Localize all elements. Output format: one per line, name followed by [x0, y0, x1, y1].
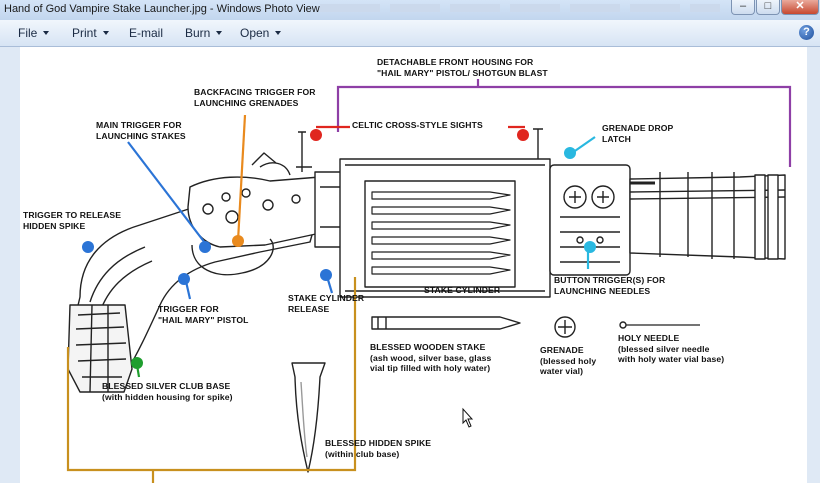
title-bar-blur [630, 4, 680, 12]
label-spike-trigger: TRIGGER TO RELEASE HIDDEN SPIKE [23, 210, 122, 231]
label-grenade-latch: GRENADE DROP LATCH [602, 123, 674, 144]
label-club-base: BLESSED SILVER CLUB BASE (with hidden ho… [102, 381, 233, 402]
label-stake-cylinder: STAKE CYLINDER [424, 285, 501, 295]
dropdown-caret-icon [216, 31, 223, 35]
menu-email-label: E-mail [129, 26, 164, 40]
label-hail-mary-trigger: TRIGGER FOR "HAIL MARY" PISTOL [158, 304, 249, 325]
dropdown-caret-icon [102, 31, 109, 35]
maximize-button[interactable]: □ [756, 0, 780, 15]
help-icon[interactable]: ? [799, 25, 814, 40]
menu-open-label: Open [240, 26, 270, 40]
title-bar-blur [450, 4, 500, 12]
title-bar: Hand of God Vampire Stake Launcher.jpg -… [0, 0, 820, 20]
menu-burn[interactable]: Burn [185, 26, 223, 40]
label-main-trigger: MAIN TRIGGER FOR LAUNCHING STAKES [96, 120, 186, 141]
mouse-cursor-icon [462, 407, 474, 428]
menu-print[interactable]: Print [72, 26, 109, 40]
label-holy-needle: HOLY NEEDLE (blessed silver needle with … [618, 333, 725, 364]
close-button[interactable]: ✕ [781, 0, 819, 15]
menu-file-label: File [18, 26, 38, 40]
menu-bar: File Print E-mail Burn Open [0, 20, 820, 47]
title-bar-blur [390, 4, 440, 12]
label-backfacing-trigger: BACKFACING TRIGGER FOR LAUNCHING GRENADE… [194, 87, 316, 108]
title-bar-blur [320, 4, 380, 12]
label-stake-release: STAKE CYLINDER RELEASE [288, 293, 365, 314]
menu-open[interactable]: Open [240, 26, 282, 40]
label-grenade: GRENADE (blessed holy water vial) [540, 345, 597, 376]
menu-print-label: Print [72, 26, 97, 40]
window-title: Hand of God Vampire Stake Launcher.jpg -… [4, 3, 330, 15]
label-hidden-spike: BLESSED HIDDEN SPIKE (within club base) [325, 438, 432, 459]
title-bar-blur [510, 4, 560, 12]
label-wooden-stake: BLESSED WOODEN STAKE (ash wood, silver b… [370, 342, 492, 373]
weapon-illustration [66, 79, 792, 483]
label-celtic-sights: CELTIC CROSS-STYLE SIGHTS [352, 120, 483, 130]
minimize-button[interactable]: – [731, 0, 755, 15]
dropdown-caret-icon [275, 31, 282, 35]
menu-email[interactable]: E-mail [129, 26, 163, 40]
menu-burn-label: Burn [185, 26, 211, 40]
menu-file[interactable]: File [18, 26, 50, 40]
label-front-housing: DETACHABLE FRONT HOUSING FOR "HAIL MARY"… [377, 57, 548, 78]
label-button-triggers: BUTTON TRIGGER(S) FOR LAUNCHING NEEDLES [554, 275, 666, 296]
title-bar-blur [570, 4, 620, 12]
image-canvas: DETACHABLE FRONT HOUSING FOR "HAIL MARY"… [20, 47, 807, 483]
dropdown-caret-icon [43, 31, 50, 35]
title-bar-blur [690, 4, 720, 12]
